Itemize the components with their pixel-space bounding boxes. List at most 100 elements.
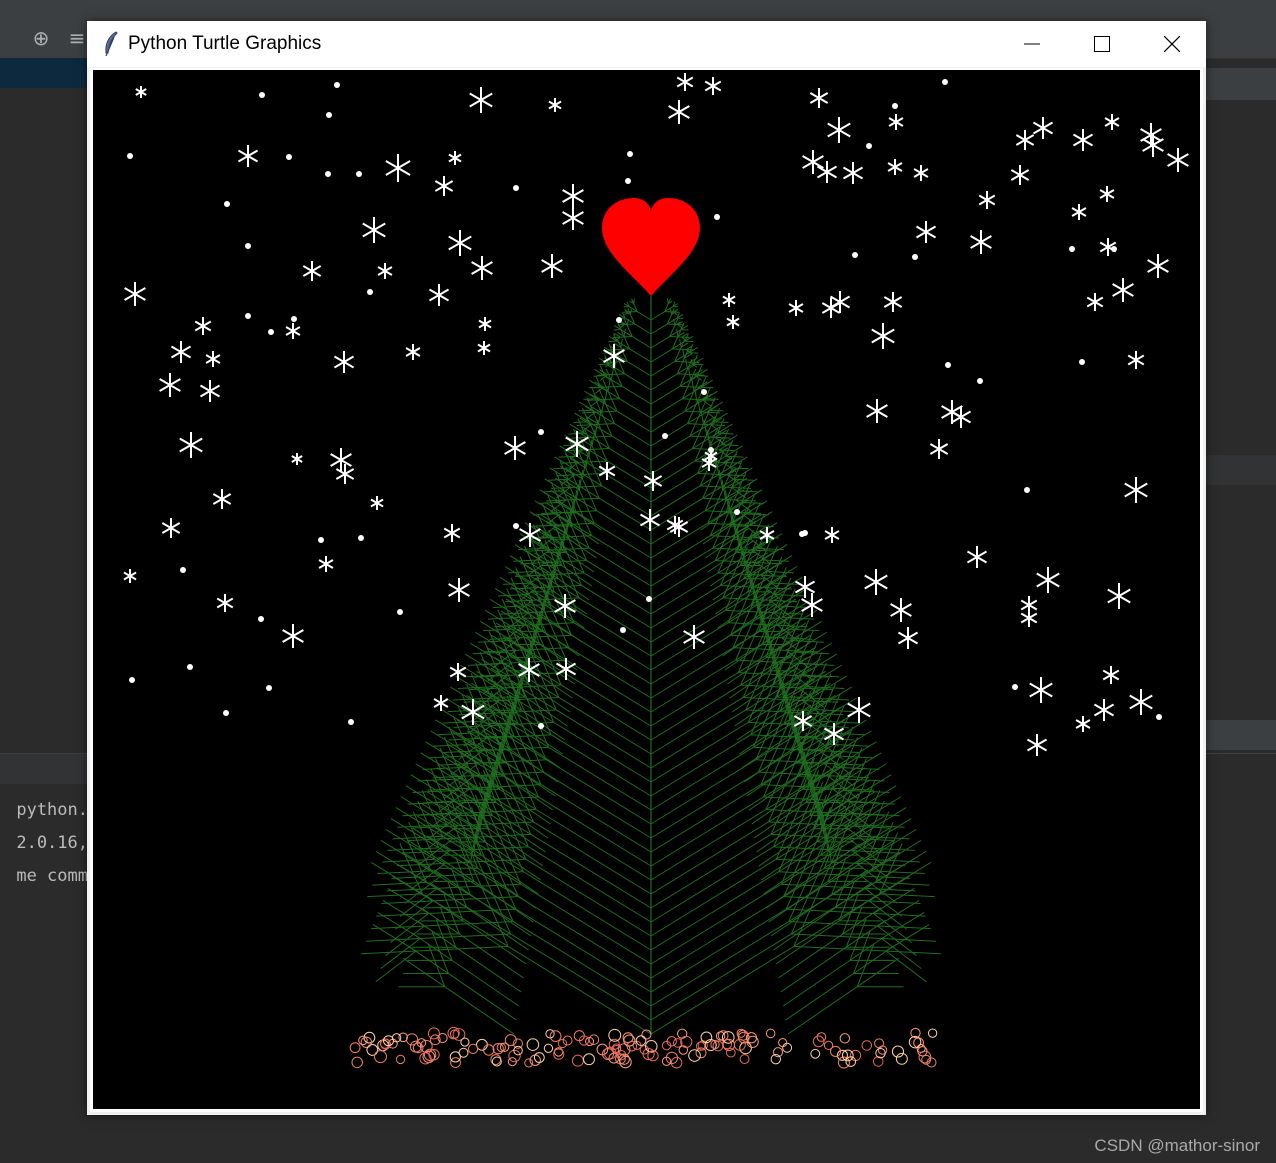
crosshair-icon[interactable]: ⊕ [30, 27, 52, 49]
snow-dot [266, 685, 272, 691]
snowflake [930, 439, 947, 459]
ide-right-panel-strip [1206, 720, 1276, 750]
turtle-window: Python Turtle Graphics [87, 21, 1206, 1115]
snowflake [865, 569, 888, 595]
snow-dot [1012, 684, 1018, 690]
window-titlebar[interactable]: Python Turtle Graphics [87, 21, 1206, 67]
snow-dot [318, 537, 324, 543]
snowflake [566, 431, 589, 457]
snowflake [817, 161, 836, 183]
ornament-ring-group [350, 1027, 937, 1068]
snowflake [449, 230, 472, 256]
close-button[interactable] [1137, 21, 1207, 67]
snowflake [1016, 130, 1033, 150]
snowflake [971, 230, 992, 254]
snow-dot [866, 143, 872, 149]
snowflake [542, 254, 563, 278]
snowflake [217, 594, 233, 612]
snowflake [479, 317, 491, 331]
snowflake [914, 165, 928, 181]
snowflake [810, 88, 827, 108]
ide-editor-panel [0, 88, 88, 753]
snow-dot [1111, 246, 1117, 252]
snowflake [1130, 689, 1153, 715]
console-line: 2.0.16, [0, 833, 88, 853]
snowflake [472, 256, 493, 280]
console-line: me comm [0, 866, 88, 886]
turtle-canvas[interactable] [93, 70, 1200, 1109]
snowflake [563, 206, 584, 230]
snowflake [884, 292, 901, 312]
snow-dot [912, 254, 918, 260]
snow-dot [259, 92, 265, 98]
snow-dot [620, 627, 626, 633]
snow-dot [291, 316, 297, 322]
snow-dot [348, 719, 354, 725]
snowflake [705, 77, 721, 95]
snowflake [435, 176, 452, 196]
snow-dot [977, 378, 983, 384]
snowflake [1125, 477, 1148, 503]
snowflake [669, 100, 690, 124]
snowflake [828, 117, 851, 143]
window-title: Python Turtle Graphics [128, 33, 321, 55]
snow-dot [325, 171, 331, 177]
snowflake [1094, 699, 1113, 721]
snowflake [505, 436, 526, 460]
maximize-icon [1094, 36, 1110, 52]
minimize-button[interactable] [997, 21, 1067, 67]
snowflake [684, 625, 705, 649]
snowflake [386, 154, 410, 182]
close-icon [1164, 36, 1180, 52]
snow-dot [187, 664, 193, 670]
snowflake [292, 453, 302, 465]
ide-right-panel-strip [1206, 68, 1276, 100]
snowflake [1143, 133, 1164, 157]
snowflake [1105, 114, 1119, 130]
snow-dot [127, 153, 133, 159]
snow-dot [513, 523, 519, 529]
snow-dot [1024, 487, 1030, 493]
snowflake [124, 569, 136, 583]
ide-top-bar [0, 0, 1276, 18]
snow-dot [334, 82, 340, 88]
snowflake [171, 341, 190, 363]
snowflake [125, 282, 146, 306]
ide-active-tab[interactable] [0, 58, 88, 88]
snowflake [803, 150, 824, 174]
watermark: CSDN @mathor-sinor [1094, 1136, 1260, 1156]
snowflake [334, 351, 353, 373]
snow-dot [538, 723, 544, 729]
snowflake [136, 86, 146, 98]
snowflake [1027, 734, 1046, 756]
snowflake [891, 598, 912, 622]
snow-dot [1069, 246, 1075, 252]
snowflake [563, 184, 584, 208]
snow-dot [367, 289, 373, 295]
snowflake [867, 399, 888, 423]
minimize-icon [1024, 36, 1040, 52]
snow-dot [616, 317, 622, 323]
snow-dot [326, 112, 332, 118]
snowflake [406, 344, 420, 360]
snow-dot [245, 313, 251, 319]
snowflake [872, 323, 895, 349]
christmas-tree [361, 296, 941, 1035]
align-icon[interactable]: ≡ [66, 27, 88, 49]
snowflake [951, 406, 970, 428]
snowflake [789, 300, 803, 316]
snow-dot [852, 252, 858, 258]
snowflake [286, 323, 300, 339]
snowflake [331, 448, 352, 472]
snow-dot [708, 447, 714, 453]
snow-dot [245, 243, 251, 249]
snow-dot [945, 362, 951, 368]
snow-dot [258, 616, 264, 622]
snow-dot [625, 178, 631, 184]
snow-dot [356, 171, 362, 177]
snow-dot [1079, 359, 1085, 365]
snow-dot [397, 609, 403, 615]
maximize-button[interactable] [1067, 21, 1137, 67]
snowflake [677, 73, 693, 91]
snowflake [1113, 278, 1134, 302]
